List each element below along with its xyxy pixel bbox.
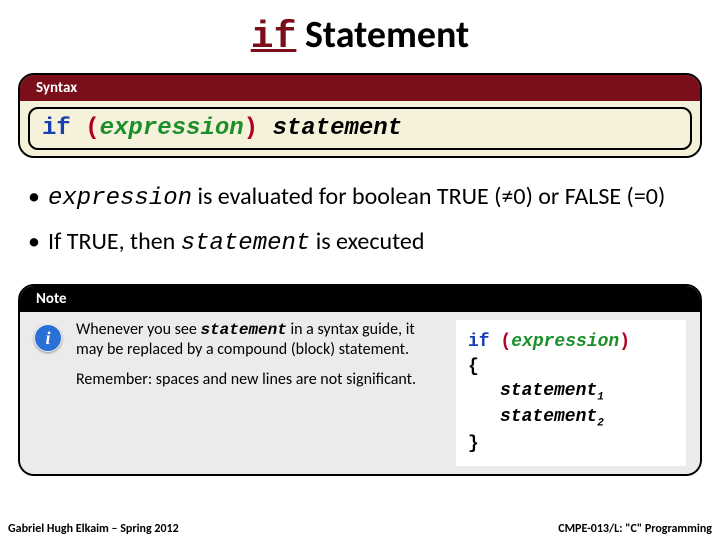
syntax-line: if (expression) statement — [28, 107, 692, 150]
code-lbrace: { — [468, 355, 674, 379]
bullet-list: • expression is evaluated for boolean TR… — [0, 164, 720, 278]
footer: Gabriel Hugh Elkaim – Spring 2012 CMPE-0… — [0, 522, 720, 536]
bullet-dot: • — [28, 223, 48, 262]
note-p1-pre: Whenever you see — [76, 320, 200, 339]
code-kw: if — [468, 332, 500, 352]
code-stmt1: statement — [500, 381, 597, 401]
slide-title: if Statement — [0, 0, 720, 67]
syntax-rparen: ) — [244, 115, 258, 142]
footer-left: Gabriel Hugh Elkaim – Spring 2012 — [8, 522, 179, 536]
syntax-kw: if — [42, 115, 85, 142]
bullet2-post: is executed — [310, 227, 424, 256]
note-text: Whenever you see statement in a syntax g… — [76, 320, 442, 400]
bullet1-text: is evaluated for boolean TRUE (≠0) or FA… — [192, 182, 665, 211]
footer-right: CMPE-013/L: "C" Programming — [558, 522, 712, 536]
bullet2-pre: If TRUE, then — [48, 227, 181, 256]
title-keyword: if — [251, 16, 297, 59]
bullet-dot: • — [28, 178, 48, 217]
syntax-header: Syntax — [20, 75, 700, 101]
bullet-2: • If TRUE, then statement is executed — [28, 223, 692, 262]
code-sub2: 2 — [597, 418, 604, 430]
note-p2: Remember: spaces and new lines are not s… — [76, 370, 442, 390]
syntax-lparen: ( — [85, 115, 99, 142]
note-p1-code: statement — [200, 321, 286, 339]
note-panel: Note i Whenever you see statement in a s… — [18, 284, 702, 476]
syntax-expression: expression — [100, 115, 244, 142]
code-rparen: ) — [619, 332, 630, 352]
code-expr: expression — [511, 332, 619, 352]
bullet2-stmt: statement — [181, 230, 311, 257]
title-rest: Statement — [296, 12, 469, 58]
code-lparen: ( — [500, 332, 511, 352]
info-icon: i — [34, 324, 62, 352]
code-example: if (expression) { statement1 statement2 … — [456, 320, 686, 466]
bullet-1: • expression is evaluated for boolean TR… — [28, 178, 692, 217]
bullet1-expr: expression — [48, 185, 192, 212]
syntax-statement: statement — [258, 115, 402, 142]
note-header: Note — [20, 286, 700, 312]
code-rbrace: } — [468, 432, 674, 456]
syntax-panel: Syntax if (expression) statement — [18, 73, 702, 158]
code-sub1: 1 — [597, 392, 604, 404]
code-stmt2: statement — [500, 407, 597, 427]
